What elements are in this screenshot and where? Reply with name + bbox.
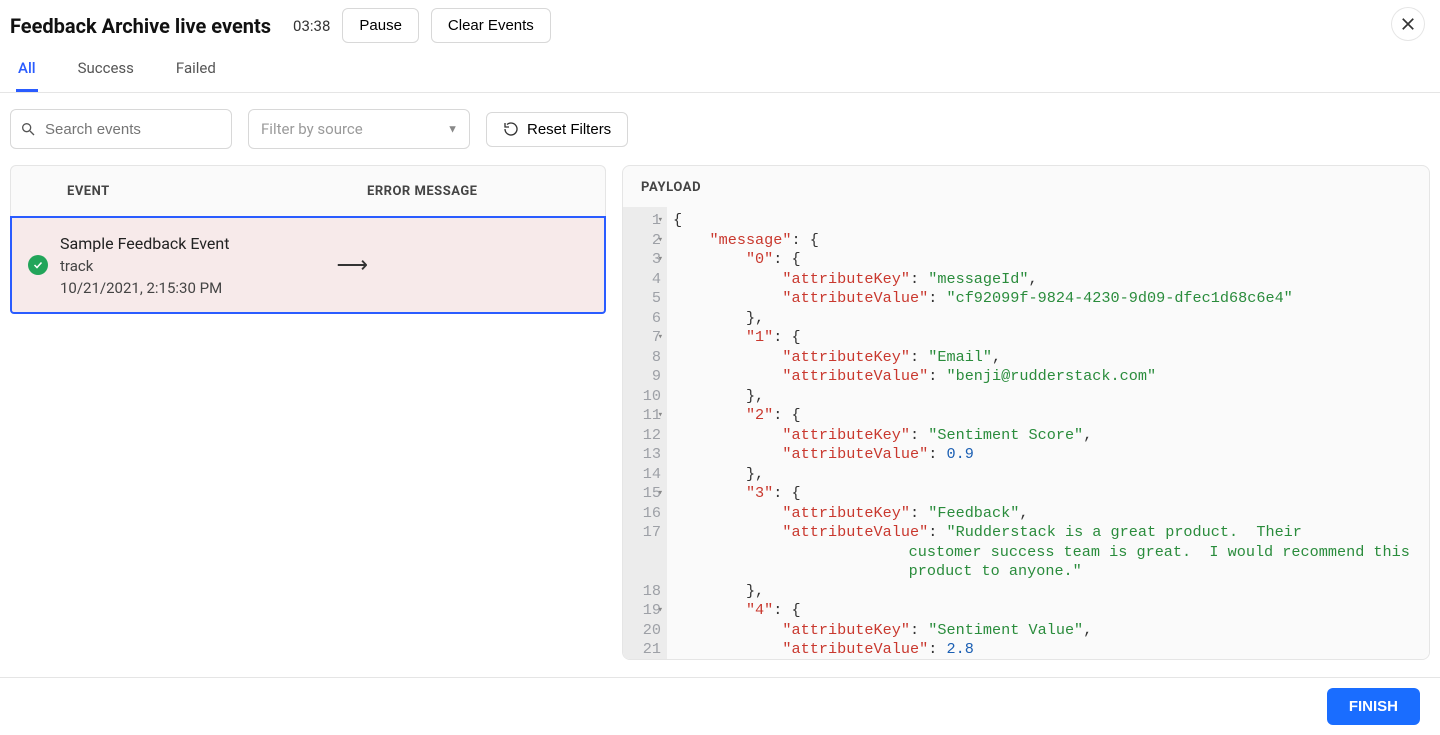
close-button[interactable]: [1392, 8, 1424, 40]
event-timestamp: 10/21/2021, 2:15:30 PM: [60, 279, 229, 297]
event-name: Sample Feedback Event: [60, 234, 229, 253]
search-icon: [20, 121, 36, 137]
source-filter-placeholder: Filter by source: [261, 120, 363, 138]
page-title: Feedback Archive live events: [10, 14, 271, 38]
arrow-right-icon: ⟶: [336, 253, 368, 278]
footer: FINISH: [0, 677, 1440, 735]
source-filter-select[interactable]: Filter by source: [248, 109, 470, 149]
tab-all[interactable]: All: [16, 59, 38, 92]
column-event: EVENT: [27, 184, 367, 199]
clear-events-button[interactable]: Clear Events: [431, 8, 551, 43]
column-error-message: ERROR MESSAGE: [367, 184, 589, 199]
events-table-header: EVENT ERROR MESSAGE: [10, 165, 606, 217]
tabs: All Success Failed: [0, 43, 1440, 93]
event-row[interactable]: Sample Feedback Event track 10/21/2021, …: [10, 216, 606, 314]
tab-success[interactable]: Success: [76, 59, 136, 92]
close-icon: [1399, 15, 1417, 33]
status-success-icon: [28, 255, 48, 275]
payload-code[interactable]: 1▾2▾3▾4567▾891011▾12131415▾1617 1819▾202…: [623, 205, 1429, 659]
reset-filters-button[interactable]: Reset Filters: [486, 112, 628, 147]
event-type: track: [60, 257, 229, 275]
filters-bar: Filter by source ▼ Reset Filters: [0, 93, 1440, 165]
tab-failed[interactable]: Failed: [174, 59, 218, 92]
reset-filters-label: Reset Filters: [527, 121, 611, 138]
search-input[interactable]: [10, 109, 232, 149]
header-time: 03:38: [293, 17, 330, 35]
payload-panel: PAYLOAD 1▾2▾3▾4567▾891011▾12131415▾1617 …: [622, 165, 1430, 660]
header: Feedback Archive live events 03:38 Pause…: [0, 0, 1440, 43]
payload-title: PAYLOAD: [623, 166, 1429, 205]
refresh-icon: [503, 121, 519, 137]
finish-button[interactable]: FINISH: [1327, 688, 1420, 725]
pause-button[interactable]: Pause: [342, 8, 419, 43]
